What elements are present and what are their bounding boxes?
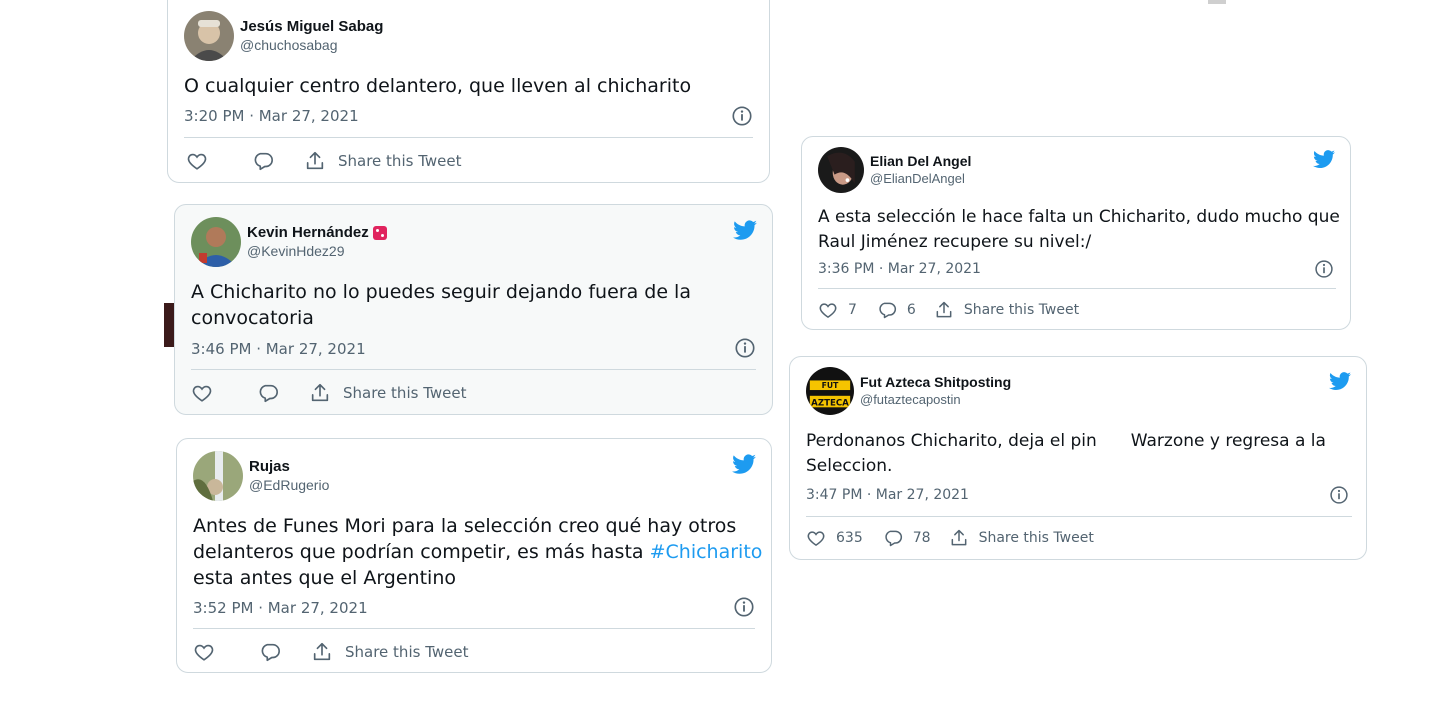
- tweet-actions: Share this Tweet: [186, 150, 461, 172]
- reply-icon: [254, 152, 273, 171]
- share-tweet-button[interactable]: Share this Tweet: [949, 528, 1094, 548]
- tweet-actions: Share this Tweet: [191, 382, 466, 404]
- divider: [193, 628, 755, 629]
- like-button[interactable]: 7: [818, 300, 857, 320]
- share-icon: [313, 642, 331, 661]
- tweet-text: A esta selección le hace falta un Chicha…: [818, 207, 1340, 252]
- author-handle[interactable]: @futaztecapostin: [860, 392, 1011, 408]
- twitter-bird-icon[interactable]: [732, 217, 758, 243]
- tweet-card: Kevin Hernández @KevinHdez29 A Chicharit…: [174, 204, 773, 415]
- share-tweet-button[interactable]: Share this Tweet: [304, 150, 461, 172]
- tweet-text: A Chicharito no lo puedes seguir dejando…: [191, 281, 691, 329]
- divider: [191, 369, 756, 370]
- like-count: 7: [848, 302, 857, 318]
- reply-button[interactable]: [259, 641, 293, 663]
- divider: [806, 516, 1352, 517]
- tweet-timestamp[interactable]: 3:20 PM · Mar 27, 2021: [184, 107, 359, 125]
- share-icon: [951, 529, 966, 546]
- share-icon: [936, 301, 952, 318]
- share-icon: [306, 151, 324, 170]
- author-handle[interactable]: @chuchosabag: [240, 37, 383, 55]
- info-icon[interactable]: [733, 596, 755, 618]
- author-name[interactable]: Fut Azteca Shitposting: [860, 374, 1011, 392]
- avatar[interactable]: [193, 451, 243, 501]
- tweet-card: Jesús Miguel Sabag @chuchosabag O cualqu…: [167, 0, 770, 183]
- reply-count: 6: [906, 302, 916, 318]
- tweet-card: Elian Del Angel @ElianDelAngel A esta se…: [801, 136, 1351, 330]
- share-label: Share this Tweet: [338, 152, 462, 170]
- heart-icon: [192, 385, 212, 402]
- author-name[interactable]: Rujas: [249, 458, 329, 477]
- author-name[interactable]: Elian Del Angel: [870, 153, 971, 171]
- reply-icon: [259, 384, 278, 403]
- avatar-logo-bottom: AZTECA: [811, 398, 849, 408]
- like-button[interactable]: [193, 641, 227, 663]
- tweet-actions: Share this Tweet: [193, 641, 468, 663]
- hashtag-link[interactable]: #Chicharito: [650, 541, 763, 563]
- reply-count: 78: [912, 530, 931, 546]
- share-label: Share this Tweet: [963, 302, 1080, 318]
- info-icon[interactable]: [734, 337, 756, 359]
- info-icon[interactable]: [731, 105, 753, 127]
- tweet-text: O cualquier centro delantero, que lleven…: [184, 75, 692, 97]
- reply-icon: [879, 302, 896, 319]
- divider: [184, 137, 753, 138]
- like-count: 635: [836, 530, 863, 546]
- share-tweet-button[interactable]: Share this Tweet: [311, 641, 468, 663]
- tweet-text: Perdonanos Chicharito, deja el pin Warzon…: [806, 431, 1326, 476]
- twitter-bird-icon[interactable]: [731, 451, 757, 477]
- tweet-timestamp[interactable]: 3:52 PM · Mar 27, 2021: [193, 599, 368, 617]
- share-tweet-button[interactable]: Share this Tweet: [309, 382, 466, 404]
- avatar[interactable]: [184, 11, 234, 61]
- share-label: Share this Tweet: [345, 643, 469, 661]
- tweet-actions: 7 6 Share this Tweet: [818, 300, 1079, 320]
- heart-icon: [194, 644, 214, 661]
- tweet-text: Antes de Funes Mori para la selección cr…: [193, 515, 763, 589]
- avatar[interactable]: [818, 147, 864, 193]
- twitter-bird-icon[interactable]: [1328, 369, 1352, 393]
- author-name[interactable]: Jesús Miguel Sabag: [240, 18, 383, 37]
- twitter-bird-icon[interactable]: [1312, 147, 1336, 171]
- heart-icon: [187, 153, 207, 170]
- reply-button[interactable]: 6: [877, 300, 916, 320]
- avatar[interactable]: [191, 217, 241, 267]
- like-button[interactable]: 635: [806, 528, 863, 548]
- top-edge-mark: [1208, 0, 1226, 4]
- heart-icon: [807, 531, 825, 546]
- tweet-card: FUT AZTECA Fut Azteca Shitposting @futaz…: [789, 356, 1367, 560]
- reply-button[interactable]: [257, 382, 291, 404]
- reply-button[interactable]: 78: [883, 528, 931, 548]
- tweet-timestamp[interactable]: 3:47 PM · Mar 27, 2021: [806, 487, 969, 503]
- author-handle[interactable]: @KevinHdez29: [247, 243, 387, 261]
- dice-emoji-icon: [372, 226, 387, 241]
- tweet-timestamp[interactable]: 3:46 PM · Mar 27, 2021: [191, 340, 366, 358]
- info-icon[interactable]: [1329, 485, 1349, 505]
- share-label: Share this Tweet: [978, 530, 1094, 546]
- author-handle[interactable]: @EdRugerio: [249, 477, 329, 495]
- reply-button[interactable]: [252, 150, 286, 172]
- tweet-timestamp[interactable]: 3:36 PM · Mar 27, 2021: [818, 261, 981, 277]
- author-handle[interactable]: @ElianDelAngel: [870, 171, 971, 187]
- divider: [818, 288, 1336, 289]
- share-label: Share this Tweet: [343, 384, 467, 402]
- reply-icon: [261, 643, 280, 662]
- tweet-actions: 635 78 Share this Tweet: [806, 528, 1094, 548]
- heart-icon: [819, 303, 837, 318]
- left-edge-mark: [164, 303, 174, 347]
- avatar-logo-top: FUT: [822, 381, 839, 390]
- reply-icon: [885, 530, 902, 547]
- info-icon[interactable]: [1314, 259, 1334, 279]
- author-name[interactable]: Kevin Hernández: [247, 224, 369, 243]
- avatar[interactable]: FUT AZTECA: [806, 367, 854, 415]
- like-button[interactable]: [186, 150, 220, 172]
- share-icon: [311, 383, 329, 402]
- share-tweet-button[interactable]: Share this Tweet: [934, 300, 1079, 320]
- like-button[interactable]: [191, 382, 225, 404]
- tweet-card: Rujas @EdRugerio Antes de Funes Mori par…: [176, 438, 772, 673]
